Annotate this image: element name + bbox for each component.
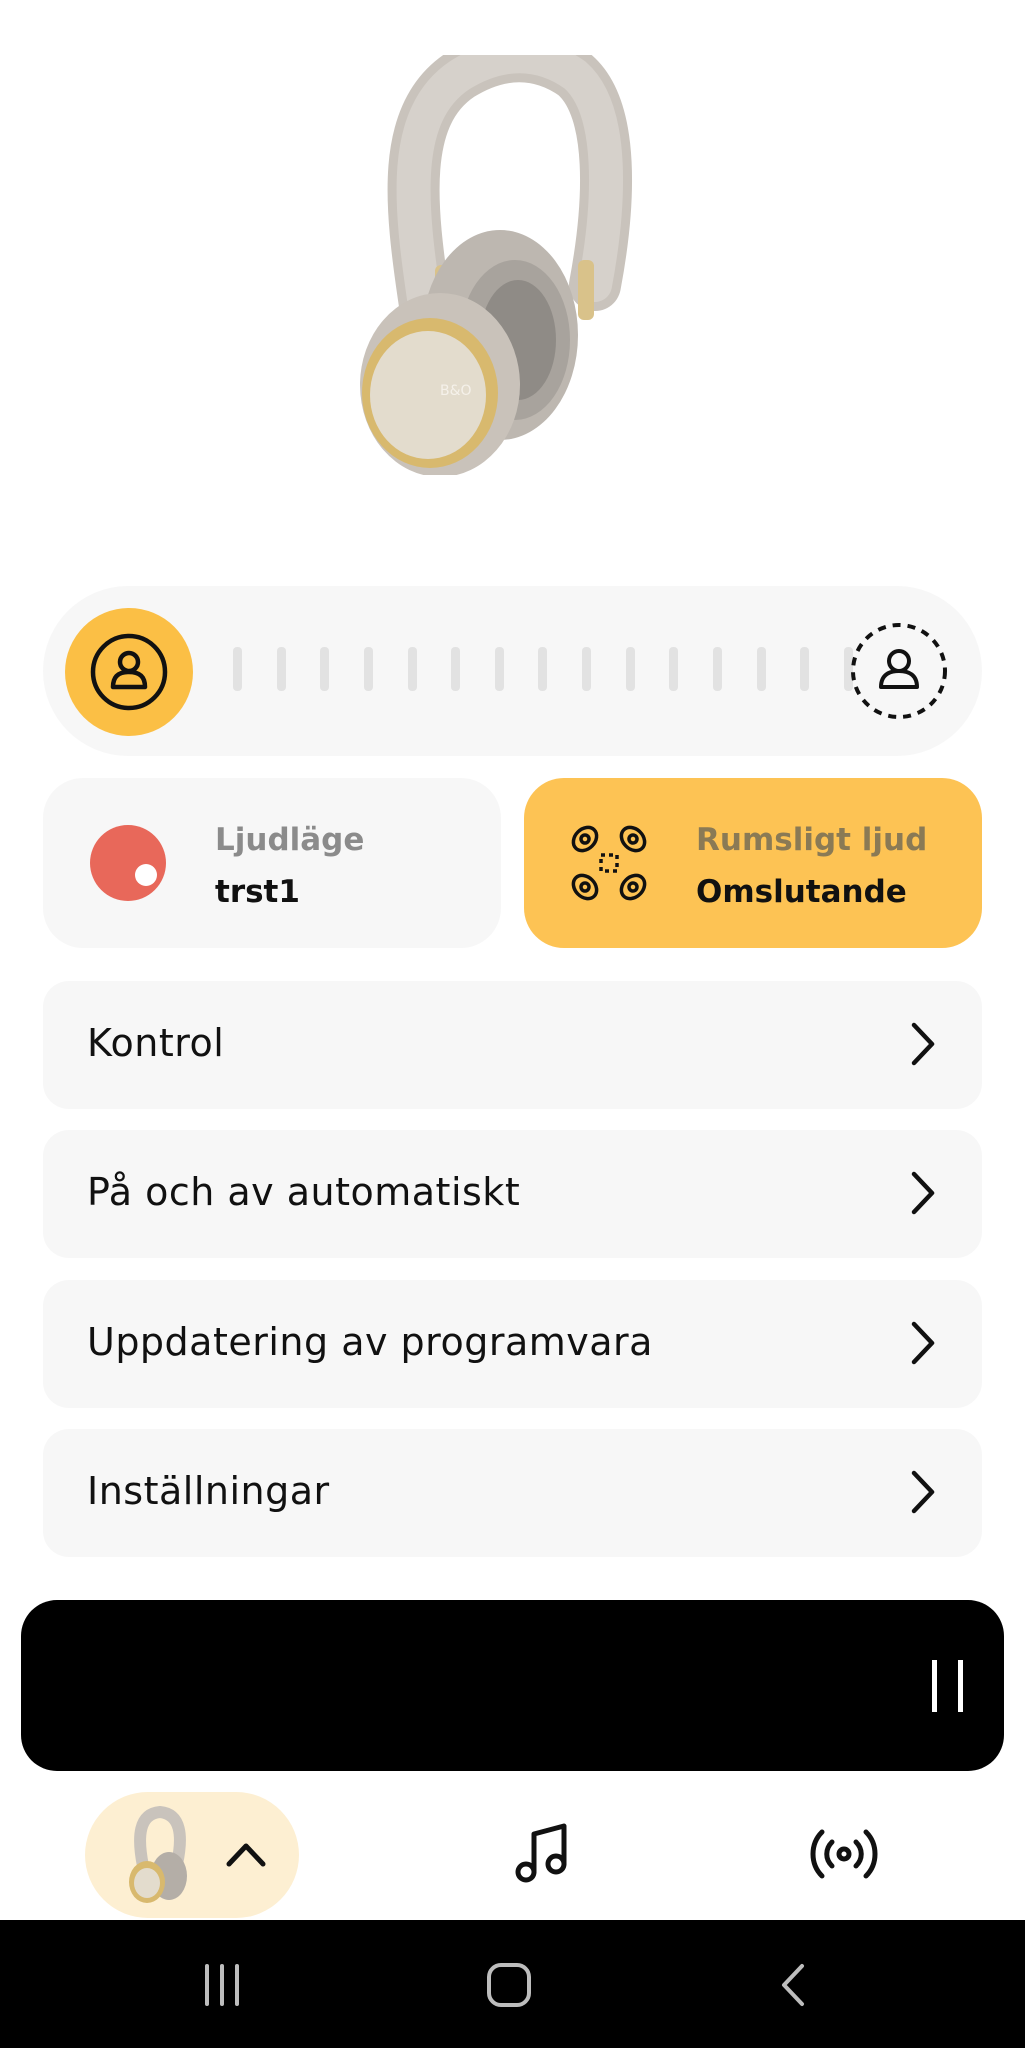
back-icon[interactable] <box>770 1960 820 2010</box>
menu-item-software-update[interactable]: Uppdatering av programvara <box>43 1280 982 1408</box>
sound-mode-dot-icon <box>90 825 166 901</box>
headphones-image: B&O <box>360 55 633 475</box>
person-icon <box>90 633 168 711</box>
transparency-slider[interactable] <box>43 586 982 756</box>
chevron-up-icon[interactable] <box>223 1832 269 1878</box>
chevron-right-icon <box>911 1321 935 1365</box>
menu-item-settings[interactable]: Inställningar <box>43 1429 982 1557</box>
spatial-speakers-icon <box>571 825 647 901</box>
slider-knob[interactable] <box>65 608 193 736</box>
sound-mode-value: trst1 <box>215 874 300 910</box>
logo-text: B&O <box>440 383 472 399</box>
bottom-nav <box>0 1790 1025 1920</box>
sound-mode-card[interactable]: Ljudläge trst1 <box>43 778 501 948</box>
spatial-audio-value: Omslutande <box>696 874 907 910</box>
music-note-icon[interactable] <box>510 1820 576 1886</box>
product-image: B&O <box>0 0 1025 560</box>
chevron-right-icon <box>911 1022 935 1066</box>
menu-item-auto-on-off[interactable]: På och av automatiskt <box>43 1130 982 1258</box>
pause-icon[interactable] <box>918 1658 978 1714</box>
menu-item-label: Uppdatering av programvara <box>87 1320 653 1364</box>
system-nav-bar <box>0 1920 1025 2048</box>
mini-player[interactable] <box>21 1600 1004 1771</box>
chevron-right-icon <box>911 1171 935 1215</box>
slider-track[interactable] <box>233 647 853 695</box>
menu-item-label: Kontrol <box>87 1021 225 1065</box>
menu-item-label: Inställningar <box>87 1469 330 1513</box>
home-icon[interactable] <box>484 1960 534 2010</box>
headphones-thumb <box>129 1806 187 1903</box>
menu-item-kontrol[interactable]: Kontrol <box>43 981 982 1109</box>
recent-apps-icon[interactable] <box>197 1960 247 2010</box>
chevron-right-icon <box>911 1470 935 1514</box>
sound-mode-label: Ljudläge <box>215 822 365 858</box>
person-dashed-icon <box>846 618 952 724</box>
nav-device-tab[interactable] <box>85 1792 299 1918</box>
broadcast-icon[interactable] <box>808 1826 880 1882</box>
spatial-audio-card[interactable]: Rumsligt ljud Omslutande <box>524 778 982 948</box>
menu-item-label: På och av automatiskt <box>87 1170 521 1214</box>
spatial-audio-label: Rumsligt ljud <box>696 822 928 858</box>
